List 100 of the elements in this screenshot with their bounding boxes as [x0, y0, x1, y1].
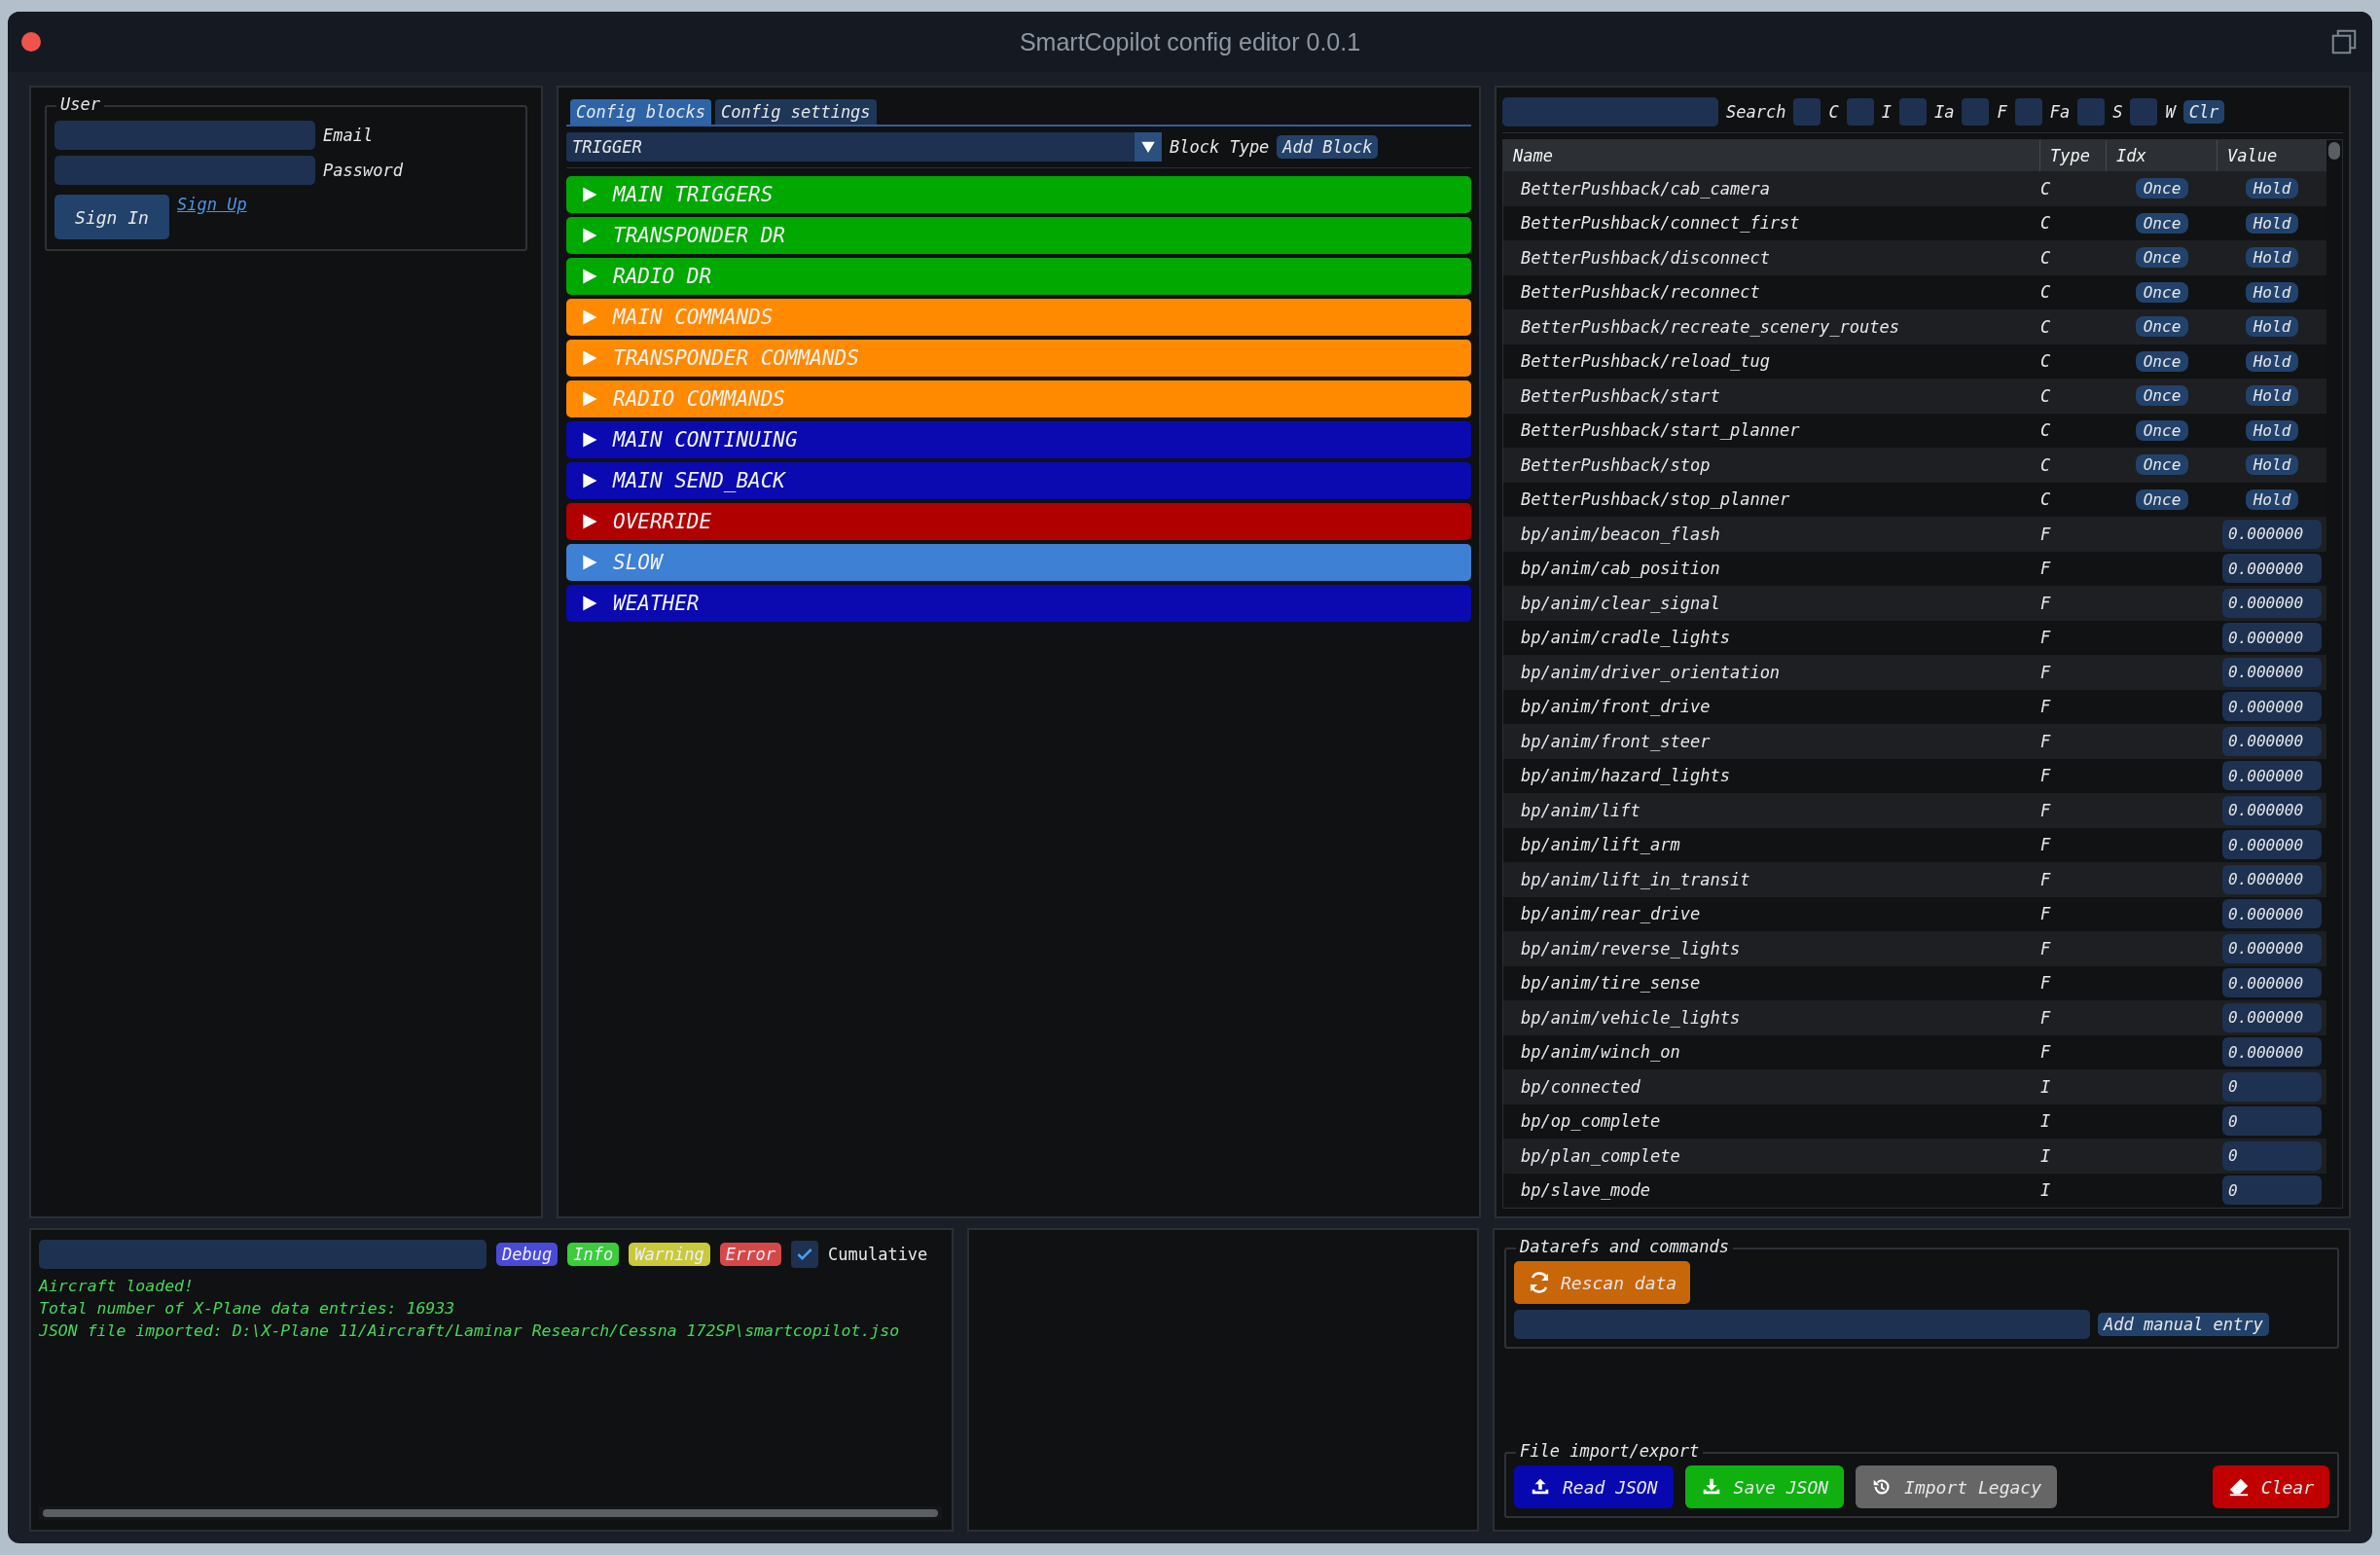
field-label: Block Type — [1170, 137, 1270, 157]
input-field[interactable] — [54, 156, 315, 185]
block-header[interactable]: OVERRIDE — [566, 503, 1471, 540]
once-button[interactable]: Once — [2135, 178, 2189, 199]
value-field[interactable]: 0 — [2222, 1071, 2322, 1102]
hold-button[interactable]: Hold — [2245, 247, 2299, 269]
value-field[interactable]: 0.000000 — [2222, 554, 2322, 584]
once-button[interactable]: Once — [2135, 316, 2189, 338]
once-button[interactable]: Once — [2135, 488, 2189, 510]
value-field[interactable]: 0.000000 — [2222, 968, 2322, 998]
value-field[interactable]: 0.000000 — [2222, 899, 2322, 929]
collapsed-icon — [580, 512, 599, 531]
hold-button[interactable]: Hold — [2245, 419, 2299, 441]
sign-in-button[interactable]: Sign In — [54, 195, 169, 239]
value-field[interactable]: 0.000000 — [2222, 1002, 2322, 1032]
once-button[interactable]: Once — [2135, 350, 2189, 372]
table-cell-text: F — [2040, 1042, 2052, 1063]
search-field[interactable] — [1502, 97, 1718, 127]
scrollbar-thumb[interactable] — [43, 1509, 938, 1517]
value-field[interactable]: 0.000000 — [2222, 692, 2322, 722]
value-field[interactable]: 0.000000 — [2222, 933, 2322, 963]
once-button[interactable]: Once — [2135, 212, 2189, 234]
log-line: Total number of X-Plane data entries: 16933 — [39, 1298, 456, 1320]
log-level-button[interactable]: Error — [719, 1243, 781, 1266]
table-cell-text: C — [2040, 454, 2052, 475]
value-field[interactable]: 0.000000 — [2222, 623, 2322, 653]
value-field[interactable]: 0.000000 — [2222, 726, 2322, 756]
hold-button[interactable]: Hold — [2245, 316, 2299, 338]
value-field[interactable]: 0 — [2222, 1175, 2322, 1206]
checkbox[interactable] — [2077, 98, 2106, 126]
table-cell-text: F — [2040, 904, 2052, 924]
block-header[interactable]: WEATHER — [566, 585, 1471, 622]
checkbox[interactable] — [2014, 98, 2042, 126]
file-button[interactable]: Import Legacy — [1856, 1465, 2057, 1508]
value-field[interactable]: 0.000000 — [2222, 864, 2322, 894]
value-field[interactable]: 0.000000 — [2222, 795, 2322, 825]
hold-button[interactable]: Hold — [2245, 385, 2299, 407]
table-cell-text: bp/anim/hazard_lights — [1520, 766, 1731, 786]
value-field[interactable]: 0 — [2222, 1106, 2322, 1137]
table-cell-text: bp/anim/lift_arm — [1520, 835, 1681, 855]
block-header[interactable]: MAIN CONTINUING — [566, 421, 1471, 458]
table-cell-text: bp/anim/cab_position — [1520, 559, 1721, 579]
table-cell-text: bp/anim/tire_sense — [1520, 973, 1702, 994]
once-button[interactable]: Once — [2135, 281, 2189, 303]
collapsed-icon — [580, 267, 599, 286]
once-button[interactable]: Once — [2135, 385, 2189, 407]
checkbox[interactable] — [1898, 98, 1927, 126]
table-cell-text: I — [2040, 1145, 2052, 1166]
hold-button[interactable]: Hold — [2245, 454, 2299, 476]
close-button[interactable] — [21, 32, 41, 52]
input-field[interactable] — [54, 121, 315, 150]
tab[interactable]: Config blocks — [570, 99, 712, 125]
reset-filters-button[interactable]: Clr — [2182, 100, 2225, 124]
collapsed-icon — [580, 594, 599, 613]
hold-button[interactable]: Hold — [2245, 281, 2299, 303]
value-field[interactable]: 0 — [2222, 1140, 2322, 1171]
checkbox[interactable] — [1962, 98, 1990, 126]
table-cell-text: F — [2040, 938, 2052, 958]
value-field[interactable]: 0.000000 — [2222, 588, 2322, 618]
hold-button[interactable]: Hold — [2245, 178, 2299, 199]
add-entry-button[interactable]: Add manual entry — [2098, 1313, 2269, 1336]
table-cell-text: F — [2040, 628, 2052, 648]
checkbox-label: Fa — [2049, 102, 2071, 122]
hold-button[interactable]: Hold — [2245, 212, 2299, 234]
tab[interactable]: Config settings — [715, 99, 877, 125]
table-cell-text: F — [2040, 662, 2052, 682]
scrollbar-thumb[interactable] — [2328, 142, 2340, 160]
log-level-button[interactable]: Debug — [496, 1243, 559, 1266]
add-block-button[interactable]: Add Block — [1277, 135, 1379, 159]
once-button[interactable]: Once — [2135, 454, 2189, 476]
table-cell-text: bp/anim/rear_drive — [1520, 904, 1702, 924]
table-cell-text: C — [2040, 385, 2052, 406]
table-cell-text: BetterPushback/reload_tug — [1520, 351, 1771, 372]
table-cell-text: C — [2040, 489, 2052, 510]
block-header[interactable]: SLOW — [566, 544, 1471, 581]
value-field[interactable]: 0.000000 — [2222, 830, 2322, 860]
value-field[interactable]: 0.000000 — [2222, 519, 2322, 549]
table-cell-text: BetterPushback/start — [1520, 385, 1721, 406]
value-field[interactable]: 0.000000 — [2222, 761, 2322, 791]
sign-up-link[interactable]: Sign Up — [177, 195, 247, 214]
checkbox[interactable] — [2130, 98, 2158, 126]
once-button[interactable]: Once — [2135, 247, 2189, 269]
checkbox[interactable] — [1846, 98, 1874, 126]
restore-window-icon — [2329, 27, 2359, 56]
collapsed-icon — [580, 553, 599, 572]
table-cell-text: bp/anim/front_drive — [1520, 697, 1712, 717]
checkbox[interactable] — [1793, 98, 1821, 126]
filter-field[interactable] — [39, 1240, 487, 1269]
block-header[interactable]: MAIN SEND_BACK — [566, 462, 1471, 499]
file-button[interactable]: Read JSON — [1514, 1465, 1674, 1508]
value-field[interactable]: 0.000000 — [2222, 1037, 2322, 1067]
once-button[interactable]: Once — [2135, 419, 2189, 441]
block-type-dropdown[interactable]: TRIGGER — [566, 132, 1162, 162]
hold-button[interactable]: Hold — [2245, 350, 2299, 372]
input-field[interactable] — [1514, 1310, 2090, 1339]
value-field[interactable]: 0.000000 — [2222, 657, 2322, 687]
hold-button[interactable]: Hold — [2245, 488, 2299, 510]
checkbox[interactable] — [791, 1241, 818, 1268]
file-button[interactable]: Clear — [2212, 1465, 2329, 1508]
table-cell-text: BetterPushback/stop — [1520, 454, 1712, 475]
